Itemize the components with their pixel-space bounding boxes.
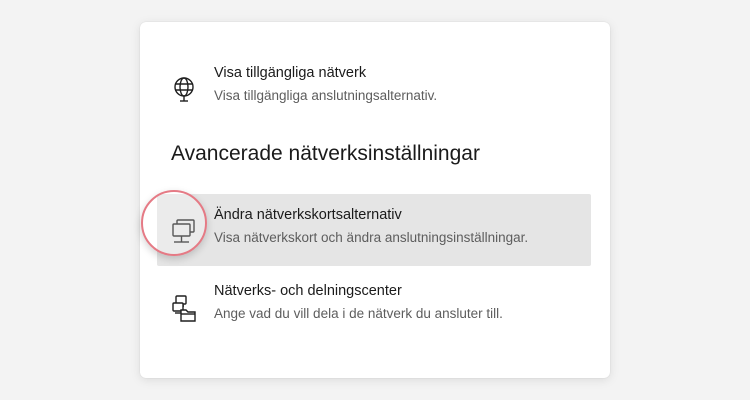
- item-title: Nätverks- och delningscenter: [214, 283, 402, 299]
- network-sharing-center-item[interactable]: Nätverks- och delningscenter Ange vad du…: [157, 270, 591, 342]
- item-description: Ange vad du vill dela i de nätverk du an…: [214, 306, 503, 321]
- network-settings-card: Visa tillgängliga nätverk Visa tillgängl…: [140, 22, 610, 378]
- globe-icon: [169, 74, 199, 104]
- sharing-center-icon: [169, 292, 199, 322]
- item-description: Visa tillgängliga anslutningsalternativ.: [214, 88, 438, 103]
- item-title: Ändra nätverkskortsalternativ: [214, 207, 402, 223]
- view-available-networks-item[interactable]: Visa tillgängliga nätverk Visa tillgängl…: [157, 52, 591, 124]
- settings-window: Visa tillgängliga nätverk Visa tillgängl…: [0, 0, 750, 400]
- item-description: Visa nätverkskort och ändra anslutningsi…: [214, 230, 529, 245]
- advanced-network-settings-heading: Avancerade nätverksinställningar: [171, 142, 480, 165]
- network-adapter-icon: [169, 216, 199, 246]
- change-adapter-options-item[interactable]: Ändra nätverkskortsalternativ Visa nätve…: [157, 194, 591, 266]
- item-title: Visa tillgängliga nätverk: [214, 65, 367, 81]
